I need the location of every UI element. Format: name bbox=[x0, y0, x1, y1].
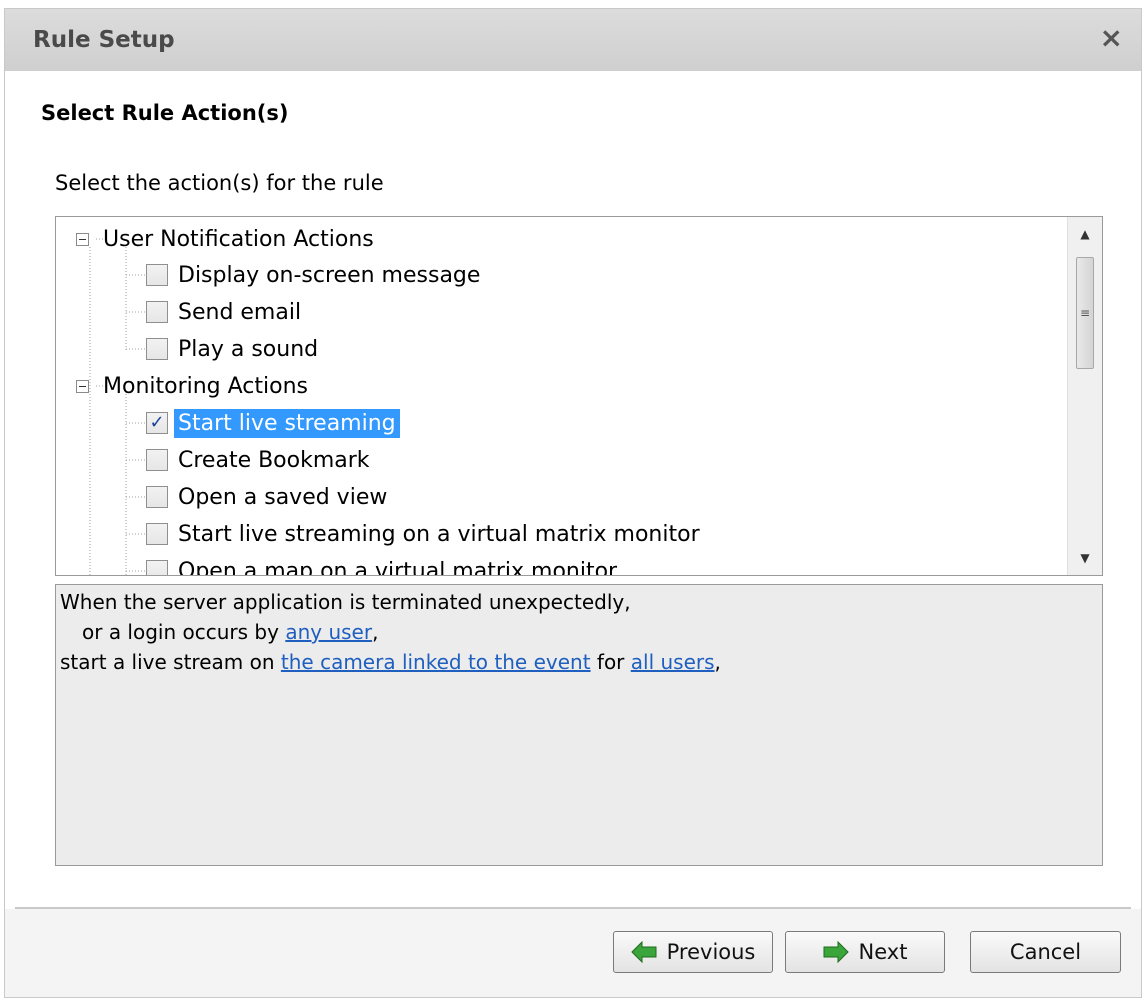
description-line-1: When the server application is terminate… bbox=[60, 590, 631, 614]
rule-setup-dialog: Rule Setup × Select Rule Action(s) Selec… bbox=[4, 8, 1142, 998]
group-label: User Notification Actions bbox=[103, 226, 374, 252]
tree-item-label: Display on-screen message bbox=[178, 262, 481, 288]
dialog-content: Select Rule Action(s) Select the action(… bbox=[5, 71, 1141, 909]
description-text: start a live stream on bbox=[60, 650, 281, 674]
description-text: for bbox=[590, 650, 631, 674]
tree-item-label: Open a map on a virtual matrix monitor bbox=[178, 558, 618, 576]
tree-item-start-live-streaming[interactable]: ✓ Start live streaming bbox=[146, 405, 400, 441]
tree-item-create-bookmark[interactable]: Create Bookmark bbox=[146, 442, 374, 478]
tree-item-label: Create Bookmark bbox=[178, 447, 370, 473]
title-bar: Rule Setup × bbox=[5, 9, 1141, 72]
checkbox[interactable] bbox=[146, 301, 168, 323]
next-label: Next bbox=[858, 940, 908, 964]
dialog-title: Rule Setup bbox=[33, 27, 175, 53]
tree-item-label: Start live streaming on a virtual matrix… bbox=[178, 521, 700, 547]
page-heading: Select Rule Action(s) bbox=[41, 101, 289, 125]
checkbox[interactable] bbox=[146, 560, 168, 575]
close-icon[interactable]: × bbox=[1100, 23, 1123, 53]
checkbox[interactable] bbox=[146, 523, 168, 545]
action-tree[interactable]: User Notification Actions Display on-scr… bbox=[55, 216, 1103, 576]
description-line-3: start a live stream on the camera linked… bbox=[60, 647, 1098, 677]
footer-divider bbox=[15, 907, 1131, 909]
tree-group-user-notification[interactable]: User Notification Actions bbox=[76, 221, 374, 257]
tree-item-label: Play a sound bbox=[178, 336, 319, 362]
checkbox-checked[interactable]: ✓ bbox=[146, 412, 168, 434]
description-text: , bbox=[372, 620, 379, 644]
arrow-right-icon bbox=[823, 941, 849, 963]
vertical-scrollbar[interactable]: ▲ ≡ ▼ bbox=[1067, 217, 1102, 575]
arrow-left-icon bbox=[630, 941, 657, 963]
checkbox[interactable] bbox=[146, 449, 168, 471]
checkbox[interactable] bbox=[146, 486, 168, 508]
next-button[interactable]: Next bbox=[785, 931, 945, 973]
previous-button[interactable]: Previous bbox=[613, 931, 773, 973]
link-camera-linked[interactable]: the camera linked to the event bbox=[281, 650, 591, 674]
description-text: , bbox=[714, 650, 721, 674]
tree-item-play-sound[interactable]: Play a sound bbox=[146, 331, 322, 367]
tree-item-open-map-virtual-matrix[interactable]: Open a map on a virtual matrix monitor bbox=[146, 553, 621, 576]
previous-label: Previous bbox=[666, 940, 756, 964]
tree-item-display-message[interactable]: Display on-screen message bbox=[146, 257, 484, 293]
link-any-user[interactable]: any user bbox=[285, 620, 372, 644]
description-text: or a login occurs by bbox=[82, 620, 286, 644]
link-all-users[interactable]: all users bbox=[631, 650, 715, 674]
checkbox[interactable] bbox=[146, 338, 168, 360]
tree-item-label: Open a saved view bbox=[178, 484, 388, 510]
scroll-down-icon[interactable]: ▼ bbox=[1068, 541, 1102, 575]
collapse-icon[interactable] bbox=[76, 379, 89, 393]
tree-item-open-saved-view[interactable]: Open a saved view bbox=[146, 479, 391, 515]
tree-item-label: Send email bbox=[178, 299, 302, 325]
checkbox[interactable] bbox=[146, 264, 168, 286]
tree-item-virtual-matrix-streaming[interactable]: Start live streaming on a virtual matrix… bbox=[146, 516, 704, 552]
collapse-icon[interactable] bbox=[76, 232, 89, 246]
cancel-label: Cancel bbox=[1009, 940, 1082, 964]
scroll-thumb[interactable]: ≡ bbox=[1076, 257, 1094, 369]
description-line-2: or a login occurs by any user, bbox=[60, 617, 1098, 647]
tree-group-monitoring[interactable]: Monitoring Actions bbox=[76, 368, 308, 404]
rule-description-panel: When the server application is terminate… bbox=[55, 584, 1103, 866]
tree-item-label: Start live streaming bbox=[174, 408, 400, 438]
instruction-text: Select the action(s) for the rule bbox=[55, 171, 384, 195]
scroll-up-icon[interactable]: ▲ bbox=[1068, 217, 1102, 251]
cancel-button[interactable]: Cancel bbox=[970, 931, 1121, 973]
group-label: Monitoring Actions bbox=[103, 373, 309, 399]
tree-item-send-email[interactable]: Send email bbox=[146, 294, 305, 330]
